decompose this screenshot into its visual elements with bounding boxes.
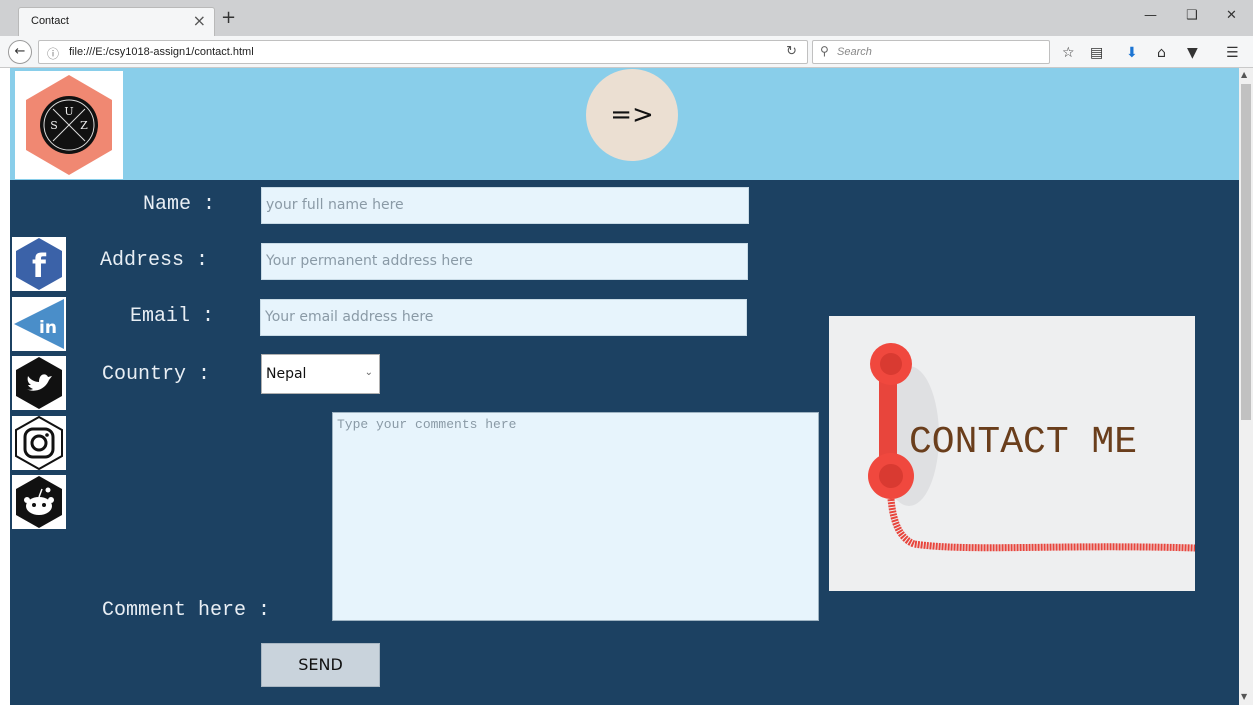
facebook-icon: f (16, 238, 62, 290)
home-icon[interactable]: ⌂ (1157, 45, 1166, 61)
scroll-down-icon[interactable]: ▼ (1241, 692, 1247, 701)
country-label: Country : (102, 363, 211, 386)
logo-hexagon-icon: S U Z (26, 75, 112, 175)
scroll-up-icon[interactable]: ▲ (1241, 70, 1247, 79)
linkedin-link[interactable]: in (12, 297, 66, 351)
name-label: Name : (143, 193, 216, 216)
comment-textarea[interactable]: Type your comments here (332, 412, 819, 621)
browser-nav-bar: ← ⓘ file:///E:/csy1018-assign1/contact.h… (0, 36, 1253, 68)
info-icon[interactable]: ⓘ (47, 45, 59, 62)
send-button[interactable]: SEND (261, 643, 380, 687)
tab-close-icon[interactable]: × (193, 11, 206, 30)
url-bar[interactable]: ⓘ file:///E:/csy1018-assign1/contact.htm… (38, 40, 808, 64)
chevron-down-icon: ⌄ (364, 367, 373, 378)
browser-tab[interactable]: Contact × (18, 7, 215, 36)
contact-me-image: CONTACT ME (829, 316, 1195, 591)
pocket-icon[interactable]: ▼ (1187, 45, 1198, 61)
reload-icon[interactable]: ↻ (786, 44, 797, 59)
comment-placeholder: Type your comments here (337, 417, 517, 432)
twitter-icon (16, 357, 62, 409)
name-input[interactable]: your full name here (261, 187, 749, 224)
facebook-link[interactable]: f (12, 237, 66, 291)
logo-letter-z: Z (80, 119, 88, 132)
contact-me-text: CONTACT ME (909, 421, 1138, 464)
country-select[interactable]: Nepal ⌄ (261, 354, 380, 394)
search-icon: ⚲ (820, 44, 829, 58)
url-text: file:///E:/csy1018-assign1/contact.html (69, 46, 254, 58)
email-label: Email : (130, 305, 215, 328)
search-input[interactable]: ⚲ Search (812, 40, 1050, 64)
menu-icon[interactable]: ☰ (1226, 45, 1239, 61)
next-button[interactable]: => (586, 69, 678, 161)
address-label: Address : (100, 249, 209, 272)
scroll-thumb[interactable] (1241, 84, 1251, 420)
instagram-icon (15, 415, 63, 471)
new-tab-icon[interactable]: + (221, 7, 236, 28)
page-header: S U Z => (10, 68, 1239, 180)
star-icon[interactable]: ☆ (1062, 45, 1075, 61)
comment-label: Comment here : (102, 599, 271, 622)
restore-icon[interactable]: ❑ (1186, 8, 1198, 23)
minimize-icon[interactable]: — (1144, 8, 1157, 23)
search-placeholder: Search (837, 46, 872, 58)
svg-text:in: in (39, 318, 57, 338)
country-selected-value: Nepal (266, 366, 307, 382)
download-icon[interactable]: ⬇ (1126, 45, 1138, 61)
back-icon[interactable]: ← (8, 40, 32, 64)
site-logo[interactable]: S U Z (15, 71, 123, 179)
tab-title: Contact (31, 15, 69, 27)
logo-letter-u: U (64, 105, 73, 118)
logo-letter-s: S (50, 119, 58, 132)
reddit-icon (16, 476, 62, 528)
close-icon[interactable]: ✕ (1226, 8, 1237, 23)
svg-text:f: f (32, 247, 47, 285)
reddit-link[interactable] (12, 475, 66, 529)
twitter-link[interactable] (12, 356, 66, 410)
instagram-link[interactable] (12, 415, 66, 471)
address-input[interactable]: Your permanent address here (261, 243, 748, 280)
email-input[interactable]: Your email address here (260, 299, 747, 336)
browser-tab-bar: Contact × + — ❑ ✕ (0, 0, 1253, 36)
page-scrollbar[interactable]: ▲ ▼ (1239, 68, 1253, 705)
linkedin-icon: in (14, 299, 64, 349)
reading-list-icon[interactable]: ▤ (1090, 45, 1103, 61)
